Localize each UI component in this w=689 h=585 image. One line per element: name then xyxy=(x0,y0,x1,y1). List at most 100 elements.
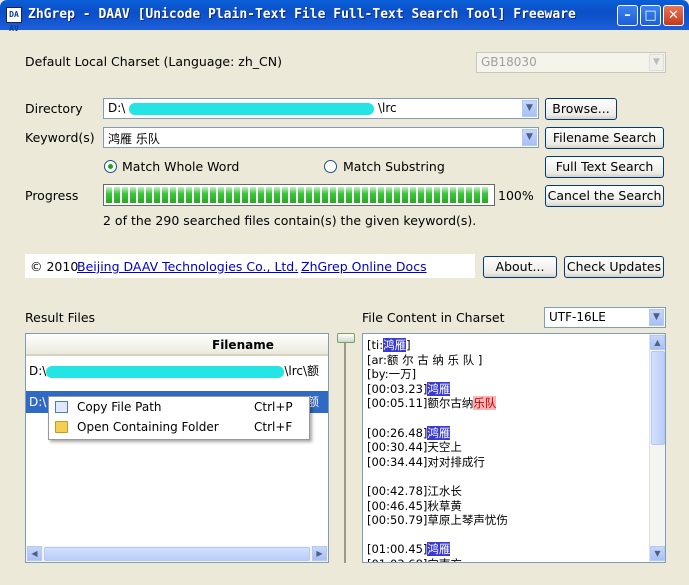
progress-segment xyxy=(482,187,488,203)
progress-segment xyxy=(218,187,224,203)
menu-item-label: Open Containing Folder xyxy=(77,420,219,434)
progress-segment xyxy=(234,187,240,203)
progress-segment xyxy=(114,187,120,203)
full-text-search-button[interactable]: Full Text Search xyxy=(545,156,664,178)
content-text: [00:42.78]江水长 xyxy=(367,483,462,498)
table-row[interactable]: D:\ \lrc\额 xyxy=(26,361,328,381)
cancel-search-button[interactable]: Cancel the Search xyxy=(545,185,664,207)
match-whole-word-radio[interactable] xyxy=(104,160,117,173)
redacted-path xyxy=(46,365,285,378)
content-line: [by:一万] xyxy=(367,367,647,382)
keyword-highlight: 鸿雁 xyxy=(427,381,451,396)
close-icon: ✕ xyxy=(668,8,679,23)
result-files-list[interactable]: Filename D:\ \lrc\额 D:\ \lrc\额 ◀ ▶ xyxy=(25,333,329,563)
content-line xyxy=(367,469,647,484)
about-button[interactable]: About... xyxy=(483,256,557,278)
progress-segment xyxy=(242,187,248,203)
match-whole-word-label[interactable]: Match Whole Word xyxy=(122,159,239,174)
copyright-text: © 2010 xyxy=(30,259,79,274)
progress-segment xyxy=(378,187,384,203)
progress-segment xyxy=(338,187,344,203)
docs-link[interactable]: ZhGrep Online Docs xyxy=(301,259,427,274)
progress-segment xyxy=(314,187,320,203)
browse-button[interactable]: Browse... xyxy=(545,98,617,120)
scroll-left-icon[interactable]: ◀ xyxy=(27,546,42,561)
content-line xyxy=(367,528,647,543)
progress-segment xyxy=(146,187,152,203)
content-line xyxy=(367,411,647,426)
title-bar[interactable]: DA AV ZhGrep - DAAV [Unicode Plain-Text … xyxy=(0,0,689,33)
maximize-button[interactable]: □ xyxy=(640,5,661,26)
keyword-highlight: 鸿雁 xyxy=(427,542,451,557)
content-charset-select[interactable]: UTF-16LE ▼ xyxy=(544,307,666,328)
progress-segment xyxy=(466,187,472,203)
progress-segment xyxy=(202,187,208,203)
scroll-right-icon[interactable]: ▶ xyxy=(312,546,327,561)
content-line: [ti:鸿雁] xyxy=(367,338,647,353)
chevron-down-icon[interactable]: ▼ xyxy=(522,129,537,146)
redacted-path xyxy=(129,102,375,115)
match-substring-label[interactable]: Match Substring xyxy=(343,159,445,174)
content-line: [00:05.11]额尔古纳乐队 xyxy=(367,396,647,411)
progress-segment xyxy=(402,187,408,203)
close-button[interactable]: ✕ xyxy=(663,5,684,26)
progress-segment xyxy=(290,187,296,203)
directory-combo[interactable]: D:\ \lrc ▼ xyxy=(103,98,539,119)
scroll-thumb[interactable] xyxy=(651,351,665,445)
minimize-icon: – xyxy=(624,8,631,23)
progress-segment xyxy=(418,187,424,203)
horizontal-scrollbar[interactable]: ◀ ▶ xyxy=(26,546,328,562)
progress-segment xyxy=(138,187,144,203)
vertical-scrollbar[interactable]: ▲ ▼ xyxy=(649,334,665,562)
progress-segment xyxy=(362,187,368,203)
result-files-label: Result Files xyxy=(25,310,96,325)
content-line: [01:03.68]向南方 xyxy=(367,557,647,562)
content-text: [00:46.45]秋草黄 xyxy=(367,498,462,513)
progress-segment xyxy=(410,187,416,203)
match-substring-radio[interactable] xyxy=(324,160,337,173)
scroll-thumb[interactable] xyxy=(44,547,310,561)
menu-item-open-containing-folder[interactable]: Open Containing Folder Ctrl+F xyxy=(49,417,309,437)
progress-segment xyxy=(258,187,264,203)
content-text: [by:一万] xyxy=(367,367,417,382)
content-line: [00:46.45]秋草黄 xyxy=(367,499,647,514)
content-line: [00:03.23]鸿雁 xyxy=(367,381,647,397)
progress-segment xyxy=(442,187,448,203)
progress-segment xyxy=(154,187,160,203)
progress-segment xyxy=(178,187,184,203)
progress-segment xyxy=(354,187,360,203)
progress-segment xyxy=(266,187,272,203)
progress-segment xyxy=(306,187,312,203)
progress-segment xyxy=(250,187,256,203)
scroll-down-icon[interactable]: ▼ xyxy=(650,546,665,561)
chevron-down-icon[interactable]: ▼ xyxy=(649,309,664,326)
context-menu: Copy File Path Ctrl+P Open Containing Fo… xyxy=(48,396,310,440)
column-header[interactable]: Filename xyxy=(26,334,328,356)
progress-segment xyxy=(282,187,288,203)
chevron-down-icon[interactable]: ▼ xyxy=(522,100,537,117)
content-line: [00:30.44]天空上 xyxy=(367,440,647,455)
filename-search-button[interactable]: Filename Search xyxy=(545,127,664,149)
maximize-icon: □ xyxy=(644,8,657,23)
progress-segment xyxy=(122,187,128,203)
file-content-text: [ti:鸿雁] [ar:额 尔 古 纳 乐 队 ] [by:一万] [00:03.23… xyxy=(367,338,647,562)
splitter-line[interactable] xyxy=(344,343,346,563)
menu-item-copy-file-path[interactable]: Copy File Path Ctrl+P xyxy=(49,397,309,417)
company-link[interactable]: Beijing DAAV Technologies Co., Ltd. xyxy=(77,259,298,274)
check-updates-button[interactable]: Check Updates xyxy=(564,256,664,278)
scroll-up-icon[interactable]: ▲ xyxy=(650,335,665,350)
content-text: [00:50.79]草原上琴声忧伤 xyxy=(367,513,508,528)
minimize-button[interactable]: – xyxy=(617,5,638,26)
keyword-combo[interactable]: 鸿雁 乐队 ▼ xyxy=(103,127,539,148)
progress-segment xyxy=(346,187,352,203)
progress-segment xyxy=(226,187,232,203)
keyword-highlight: 鸿雁 xyxy=(383,338,407,352)
splitter-handle[interactable] xyxy=(337,333,355,343)
file-content-view[interactable]: [ti:鸿雁] [ar:额 尔 古 纳 乐 队 ] [by:一万] [00:03.23… xyxy=(362,333,666,563)
content-text: [00:05.11]额尔古纳 xyxy=(367,396,474,411)
content-line: [00:26.48]鸿雁 xyxy=(367,425,647,441)
content-text: [ti: xyxy=(367,338,384,352)
row-prefix: D:\ xyxy=(29,395,47,409)
directory-label: Directory xyxy=(25,101,83,116)
keyword-value: 鸿雁 乐队 xyxy=(108,132,160,146)
